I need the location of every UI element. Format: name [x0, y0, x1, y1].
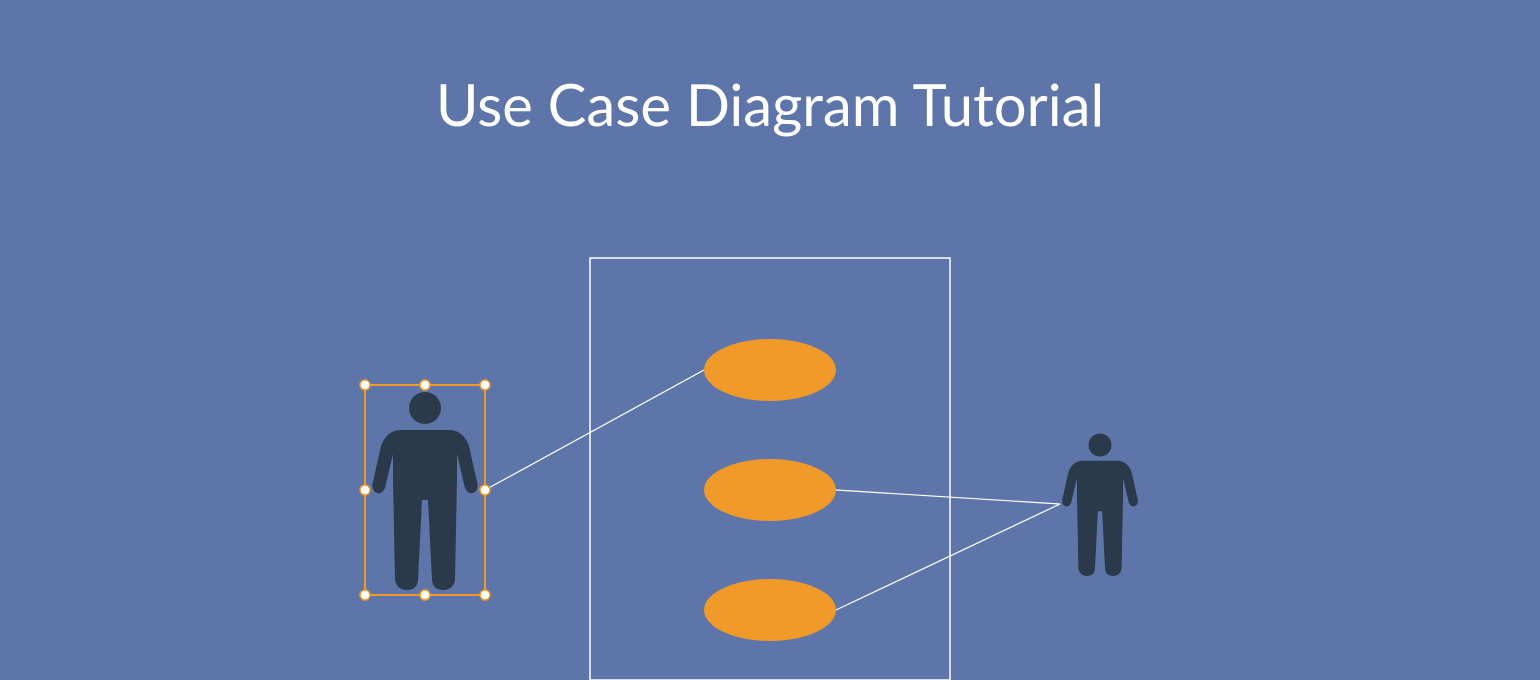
connector[interactable]	[485, 370, 704, 490]
connector[interactable]	[836, 490, 1060, 504]
usecases-group	[704, 339, 836, 641]
usecase[interactable]	[704, 339, 836, 401]
usecase[interactable]	[704, 459, 836, 521]
actor-primary[interactable]	[372, 392, 477, 590]
actor-body-icon	[372, 430, 477, 590]
actor-body-icon	[1062, 461, 1138, 576]
connector[interactable]	[836, 504, 1060, 610]
actor-head-icon	[1088, 433, 1111, 456]
actor-head-icon	[409, 392, 441, 424]
actor-secondary[interactable]	[1062, 433, 1138, 576]
diagram-canvas	[0, 0, 1540, 680]
usecase[interactable]	[704, 579, 836, 641]
